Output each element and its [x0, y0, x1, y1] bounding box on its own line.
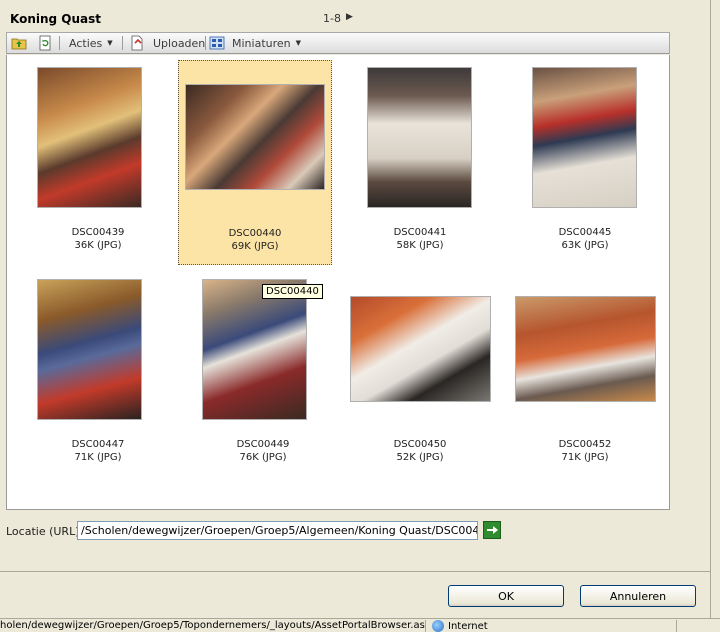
- image-info: 58K (JPG): [396, 240, 444, 251]
- zone-label: Internet: [448, 620, 488, 632]
- view-menu[interactable]: Miniaturen ▼: [209, 33, 301, 53]
- location-label: Locatie (URL):: [6, 525, 84, 538]
- go-arrow-icon[interactable]: [483, 521, 501, 539]
- upload-icon: [129, 35, 145, 51]
- window-edge: [710, 0, 711, 618]
- next-page-icon[interactable]: ▶: [346, 12, 353, 22]
- image-info: 71K (JPG): [561, 452, 609, 463]
- thumbnail-item[interactable]: DSC00449 76K (JPG): [186, 274, 340, 479]
- location-row: Locatie (URL): /Scholen/dewegwijzer/Groe…: [6, 520, 506, 542]
- security-zone: Internet: [432, 620, 488, 632]
- asset-browser-dialog: Koning Quast 1-8 ▶ Acties ▼ Uploaden Min…: [0, 0, 710, 572]
- image-info: 63K (JPG): [561, 240, 609, 251]
- chevron-down-icon: ▼: [107, 39, 113, 47]
- thumbnail-item[interactable]: DSC00450 52K (JPG): [343, 274, 497, 479]
- photo-thumbnail: [37, 67, 142, 208]
- toolbar-separator: [59, 36, 60, 50]
- image-info: 36K (JPG): [74, 240, 122, 251]
- refresh-button[interactable]: [37, 33, 53, 53]
- cancel-button[interactable]: Annuleren: [580, 585, 696, 607]
- folder-up-icon: [11, 35, 27, 51]
- actions-label: Acties: [69, 36, 103, 50]
- paging-label: 1-8: [323, 12, 341, 25]
- photo-thumbnail: [37, 279, 142, 420]
- thumbnail-item-selected[interactable]: DSC00440 69K (JPG): [178, 60, 332, 265]
- divider: [0, 571, 710, 572]
- location-url-input[interactable]: /Scholen/dewegwijzer/Groepen/Groep5/Alge…: [77, 521, 478, 540]
- library-header: Koning Quast 1-8 ▶: [0, 8, 680, 30]
- image-name: DSC00449: [236, 439, 290, 450]
- thumbnail-item[interactable]: DSC00447 71K (JPG): [21, 274, 175, 479]
- view-label: Miniaturen: [232, 36, 291, 50]
- toolbar-separator: [205, 36, 206, 50]
- image-name: DSC00439: [71, 227, 125, 238]
- thumbnail-grid: DSC00439 36K (JPG) DSC00440 69K (JPG) DS…: [6, 55, 670, 510]
- status-separator: [676, 620, 677, 632]
- toolbar-separator: [122, 36, 123, 50]
- thumbnail-item[interactable]: DSC00445 63K (JPG): [508, 62, 662, 267]
- image-name: DSC00445: [558, 227, 612, 238]
- thumbnail-item[interactable]: DSC00441 58K (JPG): [343, 62, 497, 267]
- thumbnails-view-icon: [209, 35, 225, 51]
- status-bar: holen/dewegwijzer/Groepen/Groep5/Toponde…: [0, 618, 720, 632]
- image-info: 69K (JPG): [231, 241, 279, 252]
- actions-menu[interactable]: Acties ▼: [69, 33, 113, 53]
- toolbar: Acties ▼ Uploaden Miniaturen ▼: [6, 32, 670, 54]
- upload-label: Uploaden: [153, 36, 206, 50]
- photo-thumbnail: [202, 279, 307, 420]
- image-name: DSC00440: [228, 228, 282, 239]
- photo-thumbnail: [515, 296, 656, 402]
- status-url: holen/dewegwijzer/Groepen/Groep5/Toponde…: [0, 620, 426, 632]
- image-name: DSC00450: [393, 439, 447, 450]
- thumbnail-item[interactable]: DSC00452 71K (JPG): [508, 274, 662, 479]
- image-name: DSC00447: [71, 439, 125, 450]
- ok-button[interactable]: OK: [448, 585, 564, 607]
- image-info: 71K (JPG): [74, 452, 122, 463]
- tooltip: DSC00440: [262, 284, 323, 299]
- thumbnail-item[interactable]: DSC00439 36K (JPG): [21, 62, 175, 267]
- library-title: Koning Quast: [10, 12, 102, 26]
- photo-thumbnail: [185, 84, 325, 190]
- image-info: 76K (JPG): [239, 452, 287, 463]
- chevron-down-icon: ▼: [295, 39, 302, 47]
- image-name: DSC00452: [558, 439, 612, 450]
- upload-button[interactable]: Uploaden: [129, 33, 205, 53]
- photo-thumbnail: [350, 296, 491, 402]
- photo-thumbnail: [367, 67, 472, 208]
- image-info: 52K (JPG): [396, 452, 444, 463]
- globe-icon: [432, 620, 444, 632]
- folder-up-button[interactable]: [11, 33, 27, 53]
- refresh-icon: [37, 35, 53, 51]
- image-name: DSC00441: [393, 227, 447, 238]
- photo-thumbnail: [532, 67, 637, 208]
